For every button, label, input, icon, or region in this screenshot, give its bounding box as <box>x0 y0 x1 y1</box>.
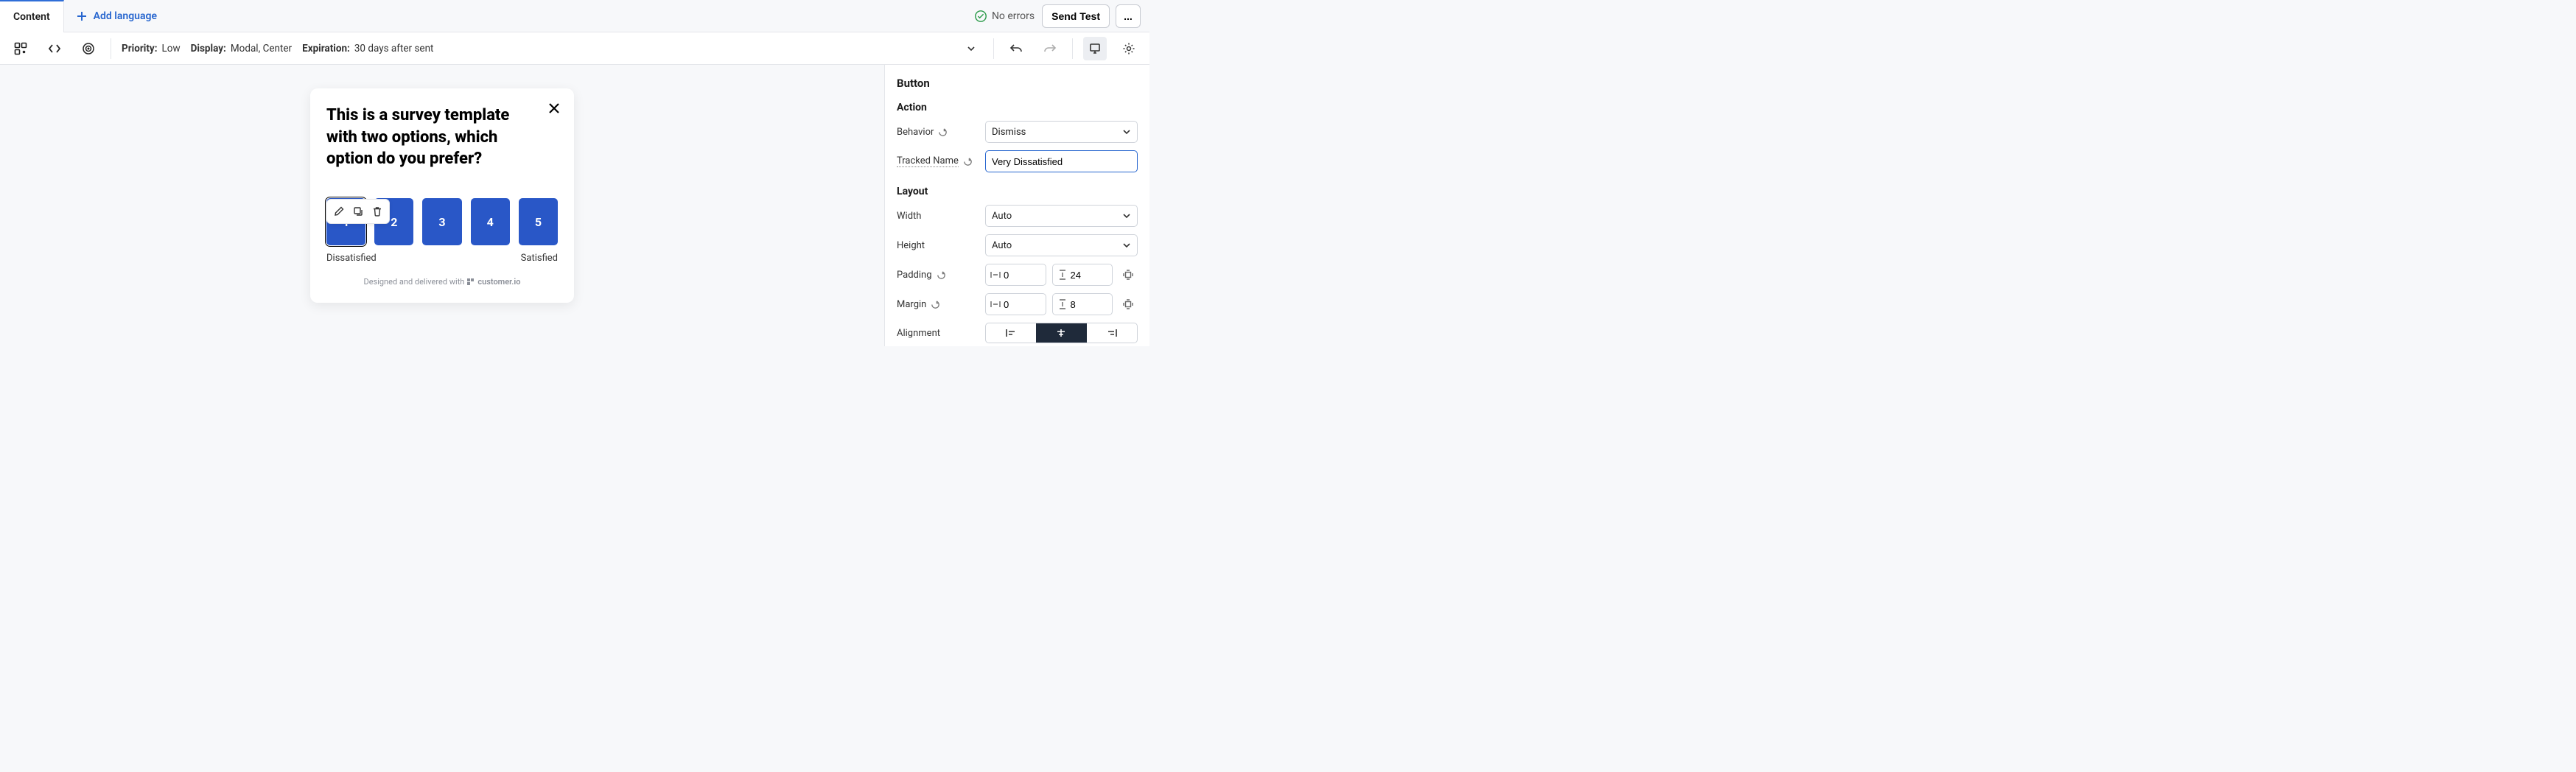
close-icon[interactable] <box>547 102 561 118</box>
expand-margin-icon[interactable] <box>1119 295 1138 314</box>
reset-icon[interactable] <box>931 300 940 309</box>
undo-icon[interactable] <box>1004 37 1028 60</box>
preview-icon[interactable] <box>1083 37 1107 60</box>
reset-icon[interactable] <box>938 127 948 137</box>
add-language-button[interactable]: Add language <box>64 10 169 22</box>
align-right-button[interactable] <box>1087 323 1137 343</box>
tracked-name-input[interactable] <box>985 150 1138 172</box>
scale-label-left: Dissatisfied <box>326 253 377 264</box>
width-label: Width <box>897 211 979 222</box>
properties-panel: Button Action Behavior Dismiss Tracked N… <box>884 65 1149 346</box>
survey-option-5[interactable]: 5 <box>519 198 558 245</box>
survey-option-4[interactable]: 4 <box>471 198 510 245</box>
expand-padding-icon[interactable] <box>1119 265 1138 284</box>
layout-view-icon[interactable] <box>9 37 32 60</box>
behavior-label: Behavior <box>897 127 979 138</box>
survey-title: This is a survey template with two optio… <box>326 105 558 170</box>
margin-label: Margin <box>897 299 979 310</box>
send-test-button[interactable]: Send Test <box>1042 4 1110 28</box>
check-circle-icon <box>974 10 987 23</box>
margin-h-icon <box>990 299 1001 309</box>
padding-vertical-input[interactable] <box>1052 264 1113 286</box>
trash-icon[interactable] <box>368 203 386 220</box>
width-select[interactable]: Auto <box>985 205 1138 227</box>
brand-icon <box>467 278 475 286</box>
survey-card: This is a survey template with two optio… <box>310 88 574 303</box>
alignment-label: Alignment <box>897 328 979 339</box>
reset-icon[interactable] <box>963 157 973 166</box>
priority-meta: Priority: Low <box>122 43 181 55</box>
no-errors-status: No errors <box>974 10 1035 23</box>
section-action: Action <box>897 102 1138 113</box>
chevron-down-icon[interactable] <box>959 37 983 60</box>
tab-content[interactable]: Content <box>0 0 64 32</box>
margin-horizontal-input[interactable] <box>985 293 1046 315</box>
padding-horizontal-input[interactable] <box>985 264 1046 286</box>
reset-icon[interactable] <box>937 270 946 280</box>
margin-v-icon <box>1057 299 1068 309</box>
code-view-icon[interactable] <box>43 37 66 60</box>
section-layout: Layout <box>897 186 1138 197</box>
align-left-button[interactable] <box>986 323 1036 343</box>
plus-icon <box>76 10 88 22</box>
element-tools <box>326 199 390 224</box>
duplicate-icon[interactable] <box>349 203 367 220</box>
card-footer: Designed and delivered with customer.io <box>326 277 558 287</box>
padding-h-icon <box>990 270 1001 280</box>
tracked-name-label: Tracked Name <box>897 155 979 167</box>
margin-vertical-input[interactable] <box>1052 293 1113 315</box>
panel-heading: Button <box>897 77 1138 90</box>
more-button[interactable]: ... <box>1116 4 1141 28</box>
expiration-meta: Expiration: 30 days after sent <box>302 43 433 55</box>
gear-icon[interactable] <box>1117 37 1141 60</box>
padding-v-icon <box>1057 270 1068 280</box>
pencil-icon[interactable] <box>330 203 348 220</box>
target-icon[interactable] <box>77 37 100 60</box>
display-meta: Display: Modal, Center <box>191 43 292 55</box>
canvas[interactable]: This is a survey template with two optio… <box>0 65 884 346</box>
scale-label-right: Satisfied <box>521 253 558 264</box>
survey-option-3[interactable]: 3 <box>422 198 461 245</box>
redo-icon[interactable] <box>1038 37 1062 60</box>
add-language-label: Add language <box>94 10 157 22</box>
height-select[interactable]: Auto <box>985 234 1138 256</box>
height-label: Height <box>897 240 979 251</box>
padding-label: Padding <box>897 270 979 281</box>
behavior-select[interactable]: Dismiss <box>985 121 1138 143</box>
align-center-button[interactable] <box>1036 323 1086 343</box>
